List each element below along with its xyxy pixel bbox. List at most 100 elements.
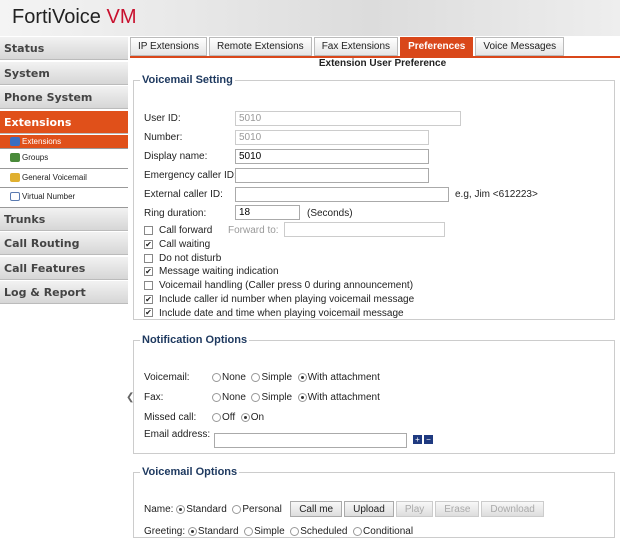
call-me-button[interactable]: Call me <box>290 501 343 517</box>
label: Extensions <box>22 137 62 146</box>
groups-icon <box>10 153 20 163</box>
subitem-virtual-number[interactable]: Virtual Number <box>0 188 128 208</box>
label: General Voicemail <box>22 172 87 182</box>
option-checkbox[interactable] <box>144 253 153 263</box>
sidebar-item-extensions[interactable]: Extensions <box>0 110 128 134</box>
label: None <box>222 372 246 383</box>
external-caller-id-label: External caller ID: <box>144 189 223 200</box>
radio-with-attachment[interactable] <box>297 372 307 382</box>
radio-simple[interactable] <box>244 526 254 536</box>
ring-unit: (Seconds) <box>307 208 353 219</box>
tab-voice-messages[interactable]: Voice Messages <box>475 37 565 56</box>
erase-button[interactable]: Erase <box>435 501 480 517</box>
external-hint: e.g, Jim <612223> <box>455 189 538 200</box>
option-row: ✔ Message waiting indication <box>144 266 279 277</box>
forward-to-field[interactable] <box>284 222 445 237</box>
emergency-caller-id-label: Emergency caller ID: <box>144 170 237 181</box>
notification-options-section: Notification Options Voicemail: None Sim… <box>133 334 615 454</box>
option-checkbox[interactable]: ✔ <box>144 308 153 318</box>
logo: FortiVoice VM <box>12 6 137 28</box>
subitem-groups[interactable]: Groups <box>0 149 128 169</box>
radio-simple[interactable] <box>251 372 261 382</box>
add-email-icon[interactable]: + <box>413 435 422 444</box>
option-row: ✔ Include date and time when playing voic… <box>144 308 404 319</box>
tab-ip-extensions[interactable]: IP Extensions <box>130 37 207 56</box>
email-field[interactable] <box>214 433 407 448</box>
option-row: ✔ Include caller id number when playing v… <box>144 294 414 305</box>
subitem-general-voicemail[interactable]: General Voicemail <box>0 169 128 188</box>
section-title: Voicemail Options <box>142 466 238 478</box>
option-checkbox[interactable]: ✔ <box>144 294 153 304</box>
label: On <box>250 412 265 423</box>
number-field[interactable] <box>235 130 429 145</box>
option-label: Include caller id number when playing vo… <box>159 293 415 305</box>
sidebar-item-trunks[interactable]: Trunks <box>0 207 128 231</box>
option-label: Call waiting <box>159 239 211 250</box>
radio-scheduled[interactable] <box>290 526 300 536</box>
label: With attachment <box>307 392 380 403</box>
radio-conditional[interactable] <box>353 526 363 536</box>
emergency-caller-id-field[interactable] <box>235 168 429 183</box>
display-name-field[interactable] <box>235 149 429 164</box>
upload-button[interactable]: Upload <box>344 501 394 517</box>
radio-standard[interactable] <box>176 504 186 514</box>
option-checkbox[interactable]: ✔ <box>144 267 153 277</box>
download-button[interactable]: Download <box>481 501 544 517</box>
header: FortiVoice VM <box>0 0 620 36</box>
missed-call-label: Missed call: <box>144 412 197 423</box>
tab-bar: IP Extensions Remote Extensions Fax Exte… <box>130 37 565 56</box>
radio-standard[interactable] <box>187 526 197 536</box>
sidebar: Status System Phone System Extensions Ex… <box>0 37 128 546</box>
radio-none[interactable] <box>212 392 221 402</box>
sidebar-item-status[interactable]: Status <box>0 37 128 60</box>
external-caller-id-field[interactable] <box>235 187 449 202</box>
label: Virtual Number <box>22 192 76 201</box>
label: With attachment <box>307 372 380 383</box>
option-label: Do not disturb <box>159 252 222 264</box>
option-checkbox[interactable] <box>144 280 153 290</box>
extension-icon <box>10 137 20 147</box>
radio-personal[interactable] <box>232 504 242 514</box>
option-checkbox[interactable]: ✔ <box>144 239 153 249</box>
ring-duration-field[interactable] <box>235 205 300 220</box>
radio-off[interactable] <box>212 412 221 422</box>
label: Groups <box>22 153 49 162</box>
radio-with-attachment[interactable] <box>297 392 307 402</box>
user-id-field[interactable] <box>235 111 461 126</box>
number-label: Number: <box>144 132 183 143</box>
greeting-label: Greeting: <box>144 526 186 537</box>
option-row: ✔ Call waiting <box>144 239 210 250</box>
radio-simple[interactable] <box>251 392 261 402</box>
ring-duration-label: Ring duration: <box>144 208 207 219</box>
tab-remote-extensions[interactable]: Remote Extensions <box>208 37 312 56</box>
option-row: Do not disturb <box>144 253 221 264</box>
sidebar-item-phone-system[interactable]: Phone System <box>0 86 128 109</box>
option-label: Include date and time when playing voice… <box>159 307 404 319</box>
label: Standard <box>197 526 239 537</box>
tab-fax-extensions[interactable]: Fax Extensions <box>313 37 399 56</box>
radio-none[interactable] <box>212 372 221 382</box>
sidebar-item-log-report[interactable]: Log & Report <box>0 281 128 304</box>
sidebar-item-call-features[interactable]: Call Features <box>0 256 128 280</box>
call-forward-label: Call forward <box>159 225 213 236</box>
play-button[interactable]: Play <box>395 501 434 517</box>
sidebar-item-system[interactable]: System <box>0 61 128 85</box>
voicemail-options-section: Voicemail Options Name: Standard Persona… <box>133 466 615 538</box>
voicemail-notify-label: Voicemail: <box>144 372 190 383</box>
call-forward-row: Call forward <box>144 225 212 236</box>
name-row: Name: Standard Personal Call me Upload Pla… <box>144 501 546 517</box>
voicemail-notify-options: None Simple With attachment <box>212 372 380 383</box>
remove-email-icon[interactable]: − <box>424 435 433 444</box>
email-label: Email address: <box>144 429 211 440</box>
sidebar-item-call-routing[interactable]: Call Routing <box>0 232 128 255</box>
call-forward-checkbox[interactable] <box>144 225 153 235</box>
option-label: Message waiting indication <box>159 266 279 278</box>
tab-preferences[interactable]: Preferences <box>400 37 474 56</box>
subitem-extensions[interactable]: Extensions <box>0 135 128 149</box>
label: Scheduled <box>300 526 348 537</box>
greeting-row: Greeting: Standard Simple Scheduled Cond… <box>144 526 413 537</box>
option-label: Voicemail handling (Caller press 0 durin… <box>159 280 414 292</box>
voicemail-icon <box>10 172 20 182</box>
label: Personal <box>242 504 282 515</box>
radio-on[interactable] <box>240 412 250 422</box>
